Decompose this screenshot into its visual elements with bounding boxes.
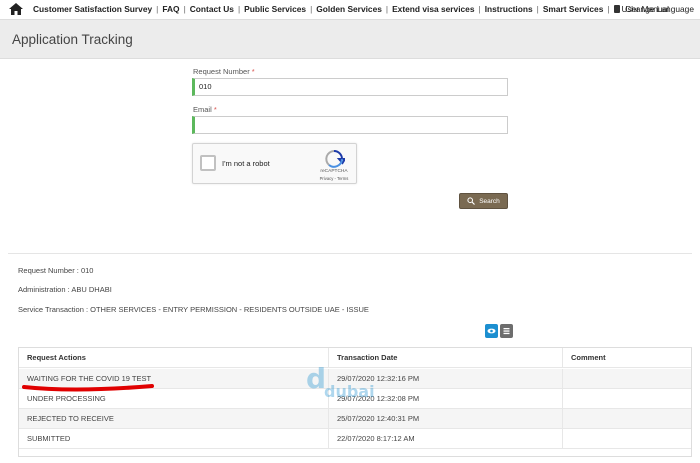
table-cell-date: 25/07/2020 12:40:31 PM bbox=[328, 409, 562, 429]
nav-contact-us[interactable]: Contact Us bbox=[190, 4, 234, 14]
table-cell-comment bbox=[562, 429, 691, 449]
table-cell-action: SUBMITTED bbox=[27, 434, 71, 443]
table-row: REJECTED TO RECEIVE 25/07/2020 12:40:31 … bbox=[19, 409, 691, 429]
book-icon bbox=[613, 5, 620, 13]
request-actions-table: Request Actions Transaction Date Comment… bbox=[18, 347, 692, 457]
nav-extend-visa-services[interactable]: Extend visa services bbox=[392, 4, 474, 14]
table-cell-date: 29/07/2020 12:32:08 PM bbox=[328, 389, 562, 409]
recaptcha-brand: reCAPTCHA bbox=[320, 169, 348, 174]
nav-separator: | bbox=[478, 4, 481, 14]
page-header: Application Tracking bbox=[0, 19, 700, 59]
list-icon bbox=[503, 328, 510, 335]
table-row: SUBMITTED 22/07/2020 8:17:12 AM bbox=[19, 429, 691, 449]
table-cell-comment bbox=[562, 409, 691, 429]
nav-instructions[interactable]: Instructions bbox=[485, 4, 533, 14]
recaptcha-logo-icon bbox=[325, 150, 345, 168]
home-icon[interactable] bbox=[9, 3, 23, 15]
request-number-label-text: Request Number bbox=[193, 67, 250, 76]
table-row: UNDER PROCESSING 29/07/2020 12:32:08 PM bbox=[19, 389, 691, 409]
required-mark: * bbox=[251, 67, 255, 76]
recaptcha-label: I'm not a robot bbox=[222, 159, 270, 168]
nav-separator: | bbox=[536, 4, 539, 14]
table-cell-date: 29/07/2020 12:32:16 PM bbox=[328, 369, 562, 389]
email-label: Email * bbox=[193, 105, 217, 114]
request-number-label: Request Number * bbox=[193, 67, 255, 76]
nav-smart-services[interactable]: Smart Services bbox=[543, 4, 604, 14]
recaptcha-links[interactable]: Privacy - Terms bbox=[313, 176, 355, 181]
nav-public-services[interactable]: Public Services bbox=[244, 4, 306, 14]
section-divider bbox=[8, 253, 692, 254]
table-cell-comment bbox=[562, 389, 691, 409]
table-cell-date: 22/07/2020 8:17:12 AM bbox=[328, 429, 562, 449]
info-administration: Administration : ABU DHABI bbox=[18, 285, 112, 294]
table-row: WAITING FOR THE COVID 19 TEST 29/07/2020… bbox=[19, 369, 691, 389]
nav-separator: | bbox=[607, 4, 610, 14]
required-mark: * bbox=[213, 105, 217, 114]
info-service-transaction: Service Transaction : OTHER SERVICES - E… bbox=[18, 305, 369, 314]
table-cell-action: WAITING FOR THE COVID 19 TEST bbox=[27, 374, 152, 383]
top-navigation: Customer Satisfaction Survey | FAQ | Con… bbox=[0, 0, 700, 19]
email-label-text: Email bbox=[193, 105, 212, 114]
table-cell-action: REJECTED TO RECEIVE bbox=[27, 414, 114, 423]
nav-customer-satisfaction-survey[interactable]: Customer Satisfaction Survey bbox=[33, 4, 152, 14]
search-icon bbox=[467, 197, 476, 205]
search-button[interactable]: Search bbox=[459, 193, 508, 209]
nav-separator: | bbox=[385, 4, 389, 14]
nav-items: Customer Satisfaction Survey | FAQ | Con… bbox=[33, 4, 669, 14]
nav-faq[interactable]: FAQ bbox=[162, 4, 179, 14]
request-number-input[interactable]: 010 bbox=[192, 78, 508, 96]
nav-separator: | bbox=[156, 4, 159, 14]
table-cell-action: UNDER PROCESSING bbox=[27, 394, 106, 403]
recaptcha-checkbox[interactable] bbox=[200, 155, 216, 171]
nav-separator: | bbox=[310, 4, 313, 14]
change-language-link[interactable]: Change Language bbox=[625, 4, 694, 14]
info-request-number: Request Number : 010 bbox=[18, 266, 94, 275]
nav-separator: | bbox=[237, 4, 241, 14]
nav-golden-services[interactable]: Golden Services bbox=[316, 4, 382, 14]
page-title: Application Tracking bbox=[12, 32, 133, 47]
recaptcha-widget: I'm not a robot reCAPTCHA Privacy - Term… bbox=[192, 143, 357, 184]
table-header-request-actions: Request Actions bbox=[27, 353, 86, 362]
view-details-button[interactable] bbox=[485, 324, 498, 338]
table-header-transaction-date: Transaction Date bbox=[328, 348, 562, 368]
email-input[interactable] bbox=[192, 116, 508, 134]
list-view-button[interactable] bbox=[500, 324, 513, 338]
eye-icon bbox=[487, 328, 496, 334]
search-button-label: Search bbox=[479, 197, 500, 205]
table-header-comment: Comment bbox=[562, 348, 691, 368]
table-header-row: Request Actions Transaction Date Comment bbox=[19, 348, 691, 368]
nav-separator: | bbox=[183, 4, 186, 14]
table-cell-comment bbox=[562, 369, 691, 389]
